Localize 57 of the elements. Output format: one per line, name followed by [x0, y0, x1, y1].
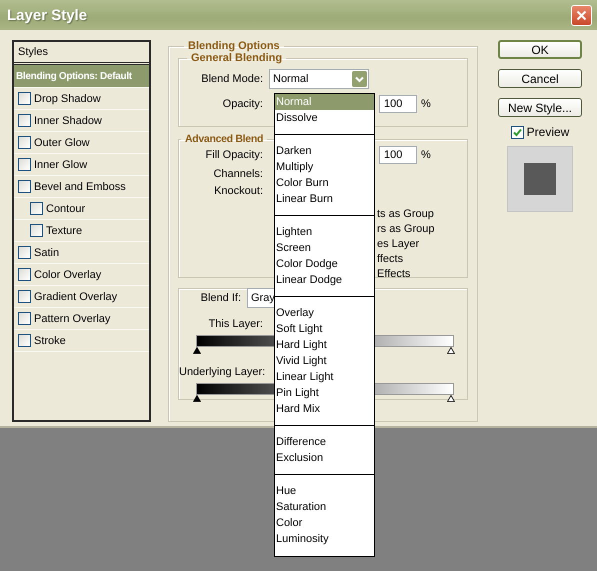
- window-title: Layer Style: [7, 6, 88, 24]
- style-list-item[interactable]: Contour: [14, 198, 149, 220]
- dialog-button[interactable]: New Style...: [498, 98, 582, 117]
- field-label: Opacity:: [222, 98, 264, 110]
- checkbox[interactable]: [18, 246, 31, 259]
- checkbox[interactable]: [18, 268, 31, 281]
- blend-mode-select[interactable]: Normal: [269, 69, 369, 89]
- dialog-button[interactable]: OK: [498, 40, 582, 59]
- slider-handle-icon[interactable]: [193, 395, 201, 402]
- style-list-item[interactable]: Pattern Overlay: [14, 308, 149, 330]
- style-list-item[interactable]: Drop Shadow: [14, 88, 149, 110]
- field-label: Blend Mode:: [200, 73, 264, 85]
- unit-label: %: [421, 98, 431, 110]
- style-list-item[interactable]: Stroke: [14, 330, 149, 352]
- option-label: es Layer: [377, 237, 420, 252]
- style-list-item[interactable]: Gradient Overlay: [14, 286, 149, 308]
- style-list-item[interactable]: Satin: [14, 242, 149, 264]
- checkbox[interactable]: [18, 180, 31, 193]
- field-label: Channels:: [212, 168, 264, 180]
- checkmark-icon: [512, 128, 522, 136]
- checkbox[interactable]: [18, 136, 31, 149]
- checkbox[interactable]: [18, 312, 31, 325]
- close-icon: [576, 10, 587, 20]
- field-label: Underlying Layer:: [179, 366, 266, 378]
- option-label: ffects: [377, 252, 404, 267]
- style-list-item[interactable]: Outer Glow: [14, 132, 149, 154]
- field-label: Blend If:: [200, 292, 242, 304]
- dialog-button[interactable]: Cancel: [498, 69, 582, 88]
- style-list-item[interactable]: Inner Shadow: [14, 110, 149, 132]
- checkbox[interactable]: [30, 202, 43, 215]
- checkbox[interactable]: [18, 158, 31, 171]
- style-list-item[interactable]: Texture: [14, 220, 149, 242]
- checkbox[interactable]: [18, 92, 31, 105]
- option-label: ts as Group: [377, 207, 435, 222]
- group-title: Blending Options: [187, 40, 281, 52]
- option-label: Effects: [377, 267, 412, 282]
- style-list-item[interactable]: Color Overlay: [14, 264, 149, 286]
- style-list-item[interactable]: Inner Glow: [14, 154, 149, 176]
- checkbox[interactable]: [18, 290, 31, 303]
- square-icon: [524, 163, 556, 195]
- field-label: Fill Opacity:: [204, 149, 264, 161]
- slider-handle-icon[interactable]: [193, 347, 201, 354]
- checkbox[interactable]: [30, 224, 43, 237]
- unit-label: %: [421, 149, 431, 161]
- option-label: rs as Group: [377, 222, 436, 237]
- checkbox[interactable]: [510, 126, 524, 138]
- field-label: This Layer:: [208, 318, 264, 330]
- style-list-item[interactable]: Bevel and Emboss: [14, 176, 149, 198]
- close-button[interactable]: [571, 4, 592, 26]
- checkbox-label: Preview: [526, 125, 570, 139]
- group-title: Advanced Blend: [184, 133, 264, 145]
- checkbox[interactable]: [18, 114, 31, 127]
- field-label: Knockout:: [213, 184, 264, 196]
- opacity-field[interactable]: 100: [379, 95, 417, 113]
- group-title: General Blending: [190, 52, 284, 64]
- checkbox[interactable]: [18, 334, 31, 347]
- fill-opacity-field[interactable]: 100: [379, 146, 417, 164]
